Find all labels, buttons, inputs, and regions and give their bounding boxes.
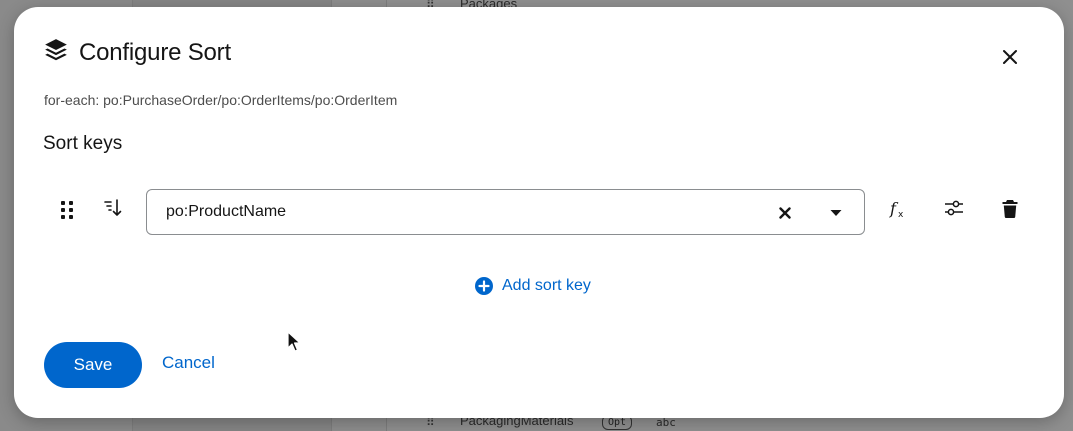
close-button[interactable]: [998, 45, 1022, 69]
drag-handle-icon: [61, 201, 73, 219]
function-button[interactable]: f x: [886, 197, 910, 221]
save-button[interactable]: Save: [44, 342, 142, 388]
sort-key-select[interactable]: po:ProductName: [146, 189, 865, 235]
drag-handle[interactable]: [58, 200, 76, 220]
svg-text:x: x: [898, 210, 904, 220]
for-each-path: for-each: po:PurchaseOrder/po:OrderItems…: [44, 92, 398, 108]
delete-sort-key-button[interactable]: [999, 196, 1021, 220]
dialog-title: Configure Sort: [79, 38, 231, 66]
add-sort-key-label: Add sort key: [502, 277, 591, 294]
clear-button[interactable]: [775, 203, 795, 223]
sort-ascending-icon: [104, 199, 122, 216]
dropdown-toggle[interactable]: [826, 203, 846, 223]
sort-keys-heading: Sort keys: [43, 133, 123, 154]
function-icon: f x: [889, 199, 904, 220]
close-icon: [1003, 50, 1017, 64]
trash-icon: [1002, 199, 1018, 218]
mouse-cursor-icon: [287, 331, 301, 358]
add-sort-key-button[interactable]: Add sort key: [475, 277, 591, 295]
caret-down-icon: [830, 210, 842, 216]
plus-circle-icon: [475, 277, 493, 295]
cancel-button[interactable]: Cancel: [162, 353, 215, 373]
sort-options-button[interactable]: [942, 196, 966, 220]
sort-key-value: po:ProductName: [166, 203, 287, 220]
configure-sort-dialog: Configure Sort for-each: po:PurchaseOrde…: [14, 7, 1064, 418]
dialog-header: Configure Sort: [43, 37, 231, 68]
layers-icon: [43, 37, 69, 68]
sort-direction-toggle[interactable]: [102, 197, 124, 219]
clear-icon: [779, 207, 791, 219]
sliders-icon: [945, 200, 963, 216]
